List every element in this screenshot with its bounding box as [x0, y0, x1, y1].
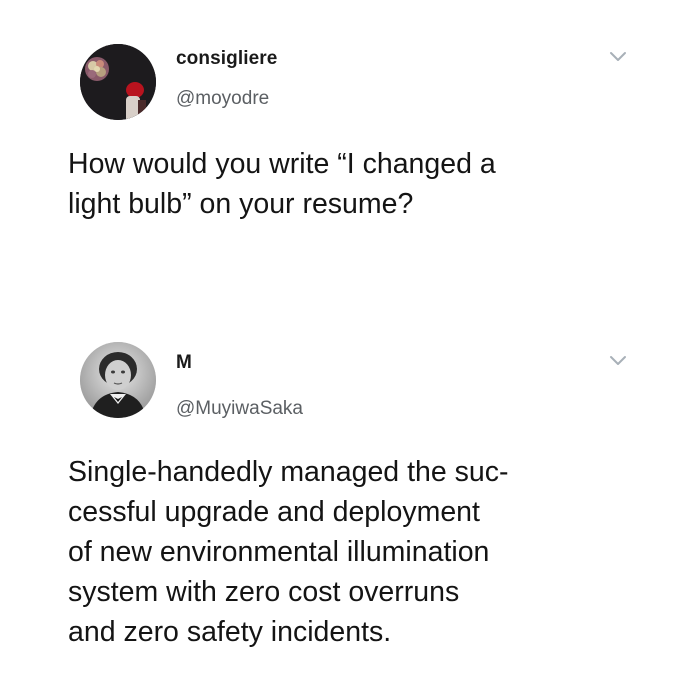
chevron-down-icon[interactable] [608, 354, 628, 368]
tweet-text-line: system with zero cost overruns [68, 576, 460, 608]
red-flower-portrait-avatar-icon [80, 44, 156, 120]
display-name[interactable]: consigliere [176, 48, 277, 70]
tweet-original: consigliere @moyodre How would you write… [0, 0, 700, 320]
display-name[interactable]: M [176, 352, 192, 374]
tweet-text-line: How would you write “I changed a [68, 148, 496, 180]
tweet-reply: M @MuyiwaSaka Single-handedly managed th… [0, 320, 700, 700]
avatar[interactable] [80, 342, 156, 418]
tweet-text-line: Single-handedly managed the suc- [68, 456, 509, 488]
avatar[interactable] [80, 44, 156, 120]
tweet-text: Single-handedly managed the suc- cessful… [68, 452, 668, 652]
handle[interactable]: @MuyiwaSaka [176, 398, 303, 420]
tweet-text: How would you write “I changed a light b… [68, 144, 668, 224]
handle[interactable]: @moyodre [176, 88, 269, 110]
vintage-portrait-avatar-icon [80, 342, 156, 418]
chevron-down-icon[interactable] [608, 50, 628, 64]
tweet-text-line: cessful upgrade and deployment [68, 496, 480, 528]
tweet-text-line: light bulb” on your resume? [68, 188, 414, 220]
tweet-text-line: of new environmental illumination [68, 536, 490, 568]
tweet-text-line: and zero safety incidents. [68, 616, 392, 648]
